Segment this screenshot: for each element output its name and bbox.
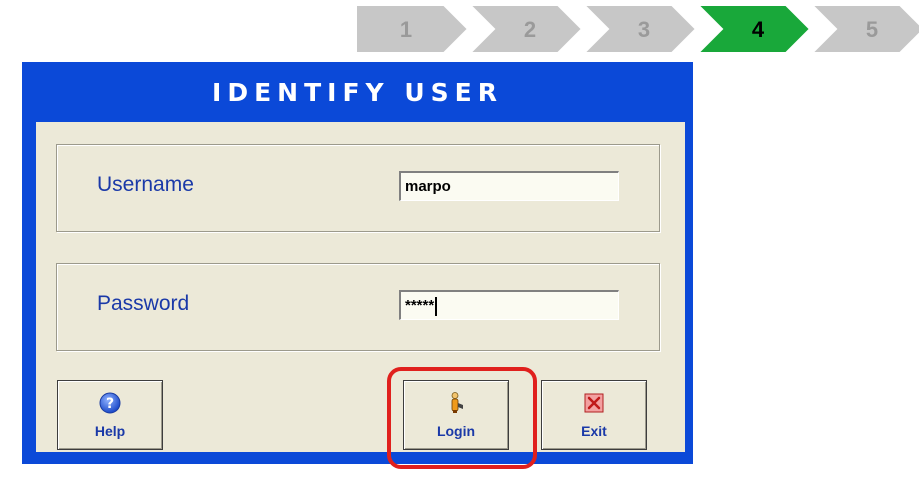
help-label: Help (94, 423, 126, 439)
close-icon (584, 393, 604, 413)
step-chevrons: 1 2 3 4 5 (355, 4, 919, 54)
identify-user-dialog: IDENTIFY USER Username marpo Password **… (22, 62, 693, 464)
password-value: ***** (405, 297, 435, 314)
exit-button[interactable]: Exit (541, 380, 647, 450)
password-group: Password ***** (56, 263, 660, 351)
svg-text:?: ? (106, 396, 114, 412)
password-input[interactable]: ***** (399, 290, 619, 320)
step-1-label: 1 (400, 17, 412, 42)
step-2-label: 2 (524, 17, 536, 42)
username-input[interactable]: marpo (399, 171, 619, 201)
step-indicator: 1 2 3 4 5 (0, 0, 919, 60)
login-button[interactable]: Login (403, 380, 509, 450)
username-label: Username (97, 173, 194, 196)
dialog-title: IDENTIFY USER (212, 77, 503, 107)
user-icon (451, 392, 463, 413)
step-3-label: 3 (638, 17, 650, 42)
login-label: Login (436, 423, 476, 439)
password-label: Password (97, 292, 190, 315)
help-button[interactable]: ? Help (57, 380, 163, 450)
username-group: Username marpo (56, 144, 660, 232)
username-value: marpo (405, 178, 451, 195)
step-5-label: 5 (866, 17, 878, 42)
help-icon: ? (99, 392, 121, 414)
step-4-label: 4 (752, 17, 765, 42)
exit-label: Exit (581, 423, 607, 439)
dialog-body: Username marpo Password ***** ? Help Log… (36, 122, 685, 452)
text-caret (435, 296, 438, 316)
